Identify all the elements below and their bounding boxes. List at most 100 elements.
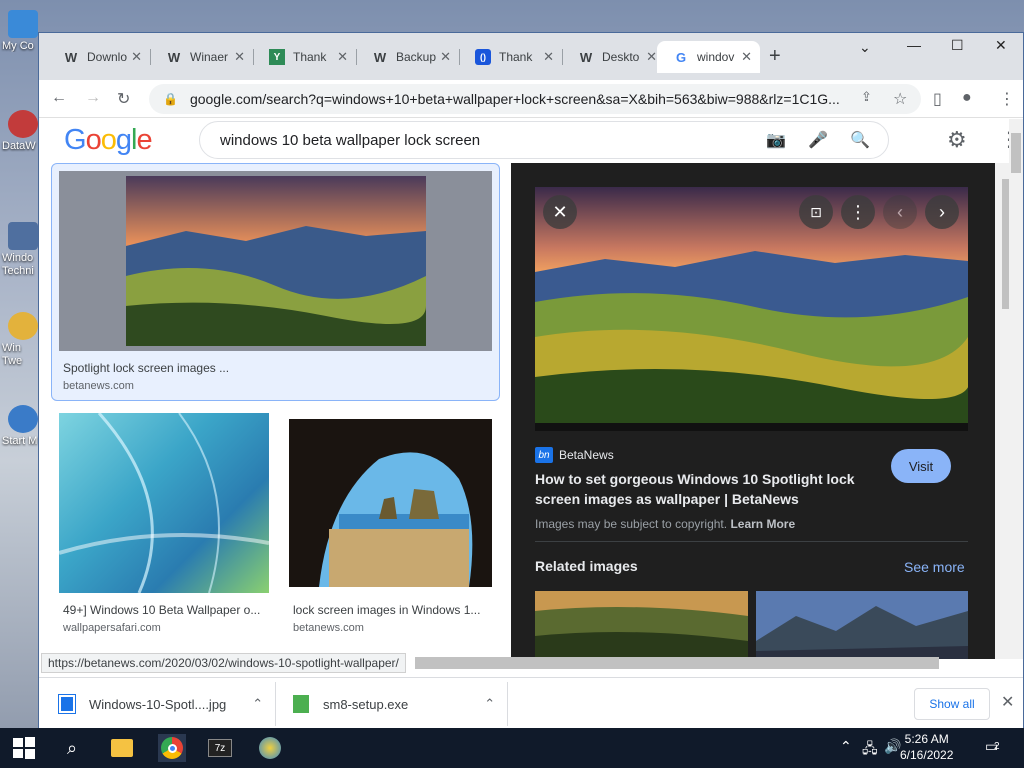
download-item[interactable]: Windows-10-Spotl....jpg ⌃	[58, 688, 263, 720]
menu-kebab-icon[interactable]: ⋮	[999, 89, 1015, 109]
betanews-logo-icon: bn	[535, 447, 553, 463]
preview-site[interactable]: bn BetaNews	[535, 447, 614, 463]
desktop-icon-label: Start M	[2, 435, 38, 447]
google-favicon-icon: G	[675, 49, 687, 65]
lock-icon[interactable]: 🔒	[163, 92, 178, 106]
close-tab-icon[interactable]: ✕	[440, 49, 451, 65]
start-button[interactable]	[10, 734, 38, 762]
tab-desktop[interactable]: W Deskto ✕	[562, 41, 665, 73]
tab-thank-you[interactable]: Y Thank ✕	[253, 41, 356, 73]
preview-title[interactable]: How to set gorgeous Windows 10 Spotlight…	[535, 469, 875, 509]
camera-icon[interactable]: 📷	[766, 130, 786, 150]
settings-gear-icon[interactable]: ⚙	[947, 127, 967, 153]
profile-avatar-icon[interactable]: ●	[962, 89, 972, 107]
image-preview-panel: ✕ ⊡ ⋮ ‹ › bn BetaNews How to set gorgeou…	[511, 163, 995, 659]
file-explorer-icon[interactable]	[108, 734, 136, 762]
close-tab-icon[interactable]: ✕	[337, 49, 348, 65]
more-options-icon[interactable]: ⋮	[841, 195, 875, 229]
app-taskbar-icon[interactable]	[256, 734, 284, 762]
page-scrollbar[interactable]	[1009, 119, 1023, 659]
search-query-text: windows 10 beta wallpaper lock screen	[220, 131, 481, 149]
next-image-icon[interactable]: ›	[925, 195, 959, 229]
clock-time: 5:26 AM	[904, 732, 949, 746]
back-button[interactable]: ←	[51, 89, 67, 107]
search-taskbar-icon[interactable]: ⌕	[58, 734, 86, 762]
see-more-link[interactable]: See more	[904, 559, 965, 575]
tab-title: windov	[697, 50, 735, 64]
system-clock[interactable]: 5:26 AM 6/16/2022	[900, 731, 953, 763]
result-source[interactable]: wallpapersafari.com	[63, 622, 161, 634]
google-logo[interactable]: Google	[64, 124, 153, 157]
tab-winaero[interactable]: W Winaer ✕	[150, 41, 253, 73]
related-thumbnail[interactable]	[535, 591, 748, 659]
result-source[interactable]: betanews.com	[293, 622, 364, 634]
desktop-icon-label: Win Twe	[2, 342, 23, 367]
desktop-icon-winaero-tweaker[interactable]: Win Twe	[0, 312, 40, 368]
result-caption[interactable]: lock screen images in Windows 1...	[293, 603, 493, 617]
google-header: Google windows 10 beta wallpaper lock sc…	[39, 119, 1024, 163]
desktop-icon-windows-technical[interactable]: Windo Techni	[0, 222, 40, 278]
visit-button[interactable]: Visit	[891, 449, 951, 483]
share-icon[interactable]: ⇪	[861, 89, 872, 105]
side-panel-icon[interactable]: ▯	[933, 89, 942, 109]
tab-title: Deskto	[602, 50, 640, 64]
reload-button[interactable]: ↻	[117, 89, 130, 109]
bookmark-star-icon[interactable]: ☆	[893, 89, 907, 109]
new-tab-button[interactable]: +	[769, 45, 781, 68]
horizontal-scrollbar[interactable]	[415, 657, 939, 669]
show-all-downloads-button[interactable]: Show all	[914, 688, 990, 720]
close-tab-icon[interactable]: ✕	[234, 49, 245, 65]
dataw-icon	[8, 110, 38, 138]
tab-title: Thank	[293, 50, 327, 64]
chrome-taskbar-icon[interactable]	[158, 734, 186, 762]
windows-logo-icon	[13, 737, 35, 759]
download-filename: Windows-10-Spotl....jpg	[89, 696, 227, 712]
address-bar[interactable]: 🔒 google.com/search?q=windows+10+beta+wa…	[149, 84, 921, 114]
chevron-up-icon[interactable]: ⌃	[252, 696, 263, 712]
desktop-icon-start-menu[interactable]: Start M	[0, 405, 40, 447]
tab-download[interactable]: W Downlo ✕	[47, 41, 150, 73]
blue-favicon-icon: ()	[475, 49, 491, 65]
close-preview-icon[interactable]: ✕	[543, 195, 577, 229]
lens-search-icon[interactable]: ⊡	[799, 195, 833, 229]
desktop-icon-dataw[interactable]: DataW	[0, 110, 40, 152]
search-icon[interactable]: 🔍	[850, 130, 870, 150]
tab-search-icon[interactable]: ⌄	[859, 39, 871, 56]
image-results: Spotlight lock screen images ... betanew…	[39, 163, 511, 693]
microphone-icon[interactable]: 🎤	[808, 130, 828, 150]
chevron-up-icon[interactable]: ⌃	[484, 696, 495, 712]
result-thumbnail[interactable]	[58, 412, 270, 594]
windows-vista-wallpaper	[58, 412, 270, 594]
close-tab-icon[interactable]: ✕	[131, 49, 142, 65]
maximize-button[interactable]: ☐	[951, 37, 964, 54]
related-thumbnail[interactable]	[756, 591, 968, 659]
result-source[interactable]: betanews.com	[63, 380, 134, 392]
network-icon[interactable]: 🖧	[862, 738, 878, 762]
tab-strip: W Downlo ✕ W Winaer ✕ Y Thank ✕ W Backup…	[39, 33, 1023, 80]
forward-button[interactable]: →	[85, 89, 101, 107]
close-tab-icon[interactable]: ✕	[646, 49, 657, 65]
tab-backup[interactable]: W Backup ✕	[356, 41, 459, 73]
notification-center-icon[interactable]: ▭ 2	[985, 738, 1000, 755]
minimize-button[interactable]: —	[907, 37, 921, 53]
download-item[interactable]: sm8-setup.exe ⌃	[293, 688, 495, 720]
close-window-button[interactable]: ✕	[995, 37, 1007, 54]
search-input[interactable]: windows 10 beta wallpaper lock screen 📷 …	[199, 121, 889, 159]
close-tab-icon[interactable]: ✕	[741, 49, 752, 65]
7zip-icon[interactable]: 7z	[206, 734, 234, 762]
result-caption[interactable]: Spotlight lock screen images ...	[63, 361, 363, 375]
desktop-icon-label: My Co	[2, 40, 34, 52]
volume-icon[interactable]: 🔊	[884, 738, 901, 755]
learn-more-link[interactable]: Learn More	[730, 517, 795, 531]
show-hidden-icons-chevron[interactable]: ⌃	[840, 738, 852, 755]
result-caption[interactable]: 49+] Windows 10 Beta Wallpaper o...	[63, 603, 268, 617]
result-thumbnail[interactable]	[59, 171, 492, 351]
computer-icon	[8, 10, 38, 38]
desktop-icon-my-computer[interactable]: My Co	[0, 10, 40, 52]
close-download-shelf-icon[interactable]: ✕	[1001, 692, 1014, 712]
result-thumbnail[interactable]	[289, 419, 492, 587]
tab-google-search[interactable]: G windov ✕	[657, 41, 760, 73]
tab-thank-you-2[interactable]: () Thank ✕	[459, 41, 562, 73]
previous-image-icon[interactable]: ‹	[883, 195, 917, 229]
close-tab-icon[interactable]: ✕	[543, 49, 554, 65]
